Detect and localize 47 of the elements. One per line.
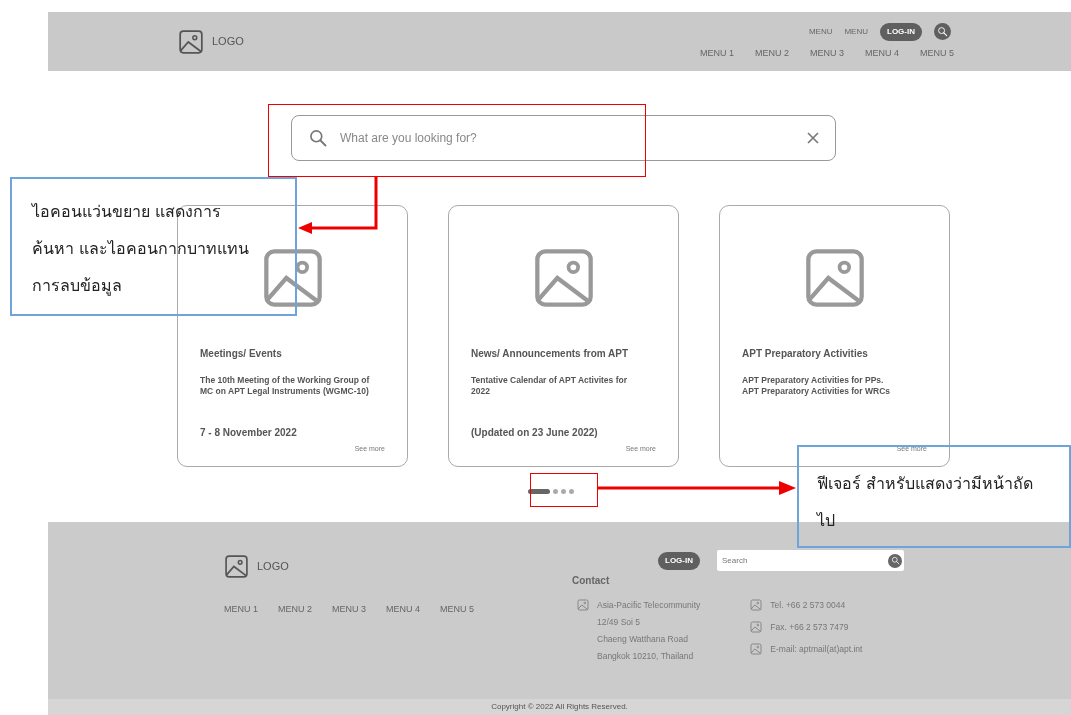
contact-icon xyxy=(750,643,763,655)
footer-search-input[interactable]: Search xyxy=(722,554,888,567)
menu-link[interactable]: MENU 4 xyxy=(864,46,899,61)
menu-link[interactable]: MENU 2 xyxy=(754,46,789,61)
search-icon[interactable] xyxy=(308,128,328,148)
top-menu-link[interactable]: MENU xyxy=(844,25,868,38)
contact-text: Tel. +66 2 573 0044 xyxy=(770,599,846,611)
card-text: APT Preparatory Activities for PPs. APT Preparatory Activities for WRCs xyxy=(742,375,891,397)
contact-heading: Contact xyxy=(572,574,611,588)
logo-text[interactable]: LOGO xyxy=(257,558,289,575)
copyright-text: Copyright © 2022 All Rights Reserved. xyxy=(491,701,628,713)
contact-text: E-mail: aptmail(at)apt.int xyxy=(770,643,863,655)
address-line: Asia-Pacific Telecommunity xyxy=(597,599,701,611)
footer-menu-link[interactable]: MENU 1 xyxy=(224,603,258,662)
contact-icon xyxy=(750,599,763,611)
card-date: 7 - 8 November 2022 xyxy=(200,425,297,440)
highlight-frame xyxy=(530,473,598,507)
address-icon xyxy=(577,599,589,611)
login-button[interactable]: LOG-IN xyxy=(880,22,922,41)
clear-icon[interactable] xyxy=(807,132,819,144)
footer-search-field[interactable]: Search xyxy=(717,550,904,571)
logo-text[interactable]: LOGO xyxy=(212,33,244,50)
menu-link[interactable]: MENU 1 xyxy=(699,46,734,61)
search-bar[interactable]: What are you looking for? xyxy=(291,115,836,161)
logo-image-icon xyxy=(178,28,204,55)
card-title: Meetings/ Events xyxy=(200,347,283,361)
address-line: Bangkok 10210, Thailand xyxy=(597,650,695,662)
card-text: Tentative Calendar of APT Activites for 2022 xyxy=(471,375,629,397)
footer-menu-link[interactable]: MENU 3 xyxy=(332,603,367,662)
card-text: The 10th Meeting of the Working Group of MC on APT Legal Instruments (WGMC-10) xyxy=(200,375,371,397)
contact-icon xyxy=(750,621,763,633)
annotation-note: ไอคอนแว่นขยาย แสดงการค้นหา และไอคอนกากบาทแทนการลบข้อมูล xyxy=(10,177,297,316)
card-date: (Updated on 23 June 2022) xyxy=(471,425,598,440)
card-title: News/ Announcements from APT xyxy=(471,347,630,361)
footer-menu-link[interactable]: MENU 5 xyxy=(440,603,475,662)
logo-image-icon xyxy=(224,554,249,579)
login-button[interactable]: LOG-IN xyxy=(658,551,700,570)
address-line: Chaeng Watthana Road xyxy=(597,633,689,645)
card-title: APT Preparatory Activities xyxy=(742,347,869,361)
footer-menu-link[interactable]: MENU 2 xyxy=(278,603,313,662)
address-line: 12/49 Soi 5 xyxy=(597,616,641,628)
query-input[interactable]: What are you looking for? xyxy=(340,129,795,147)
menu-link[interactable]: MENU 5 xyxy=(920,46,954,61)
footer-menu-link[interactable]: MENU 4 xyxy=(386,603,421,662)
menu-link[interactable]: MENU 3 xyxy=(809,46,844,61)
contact-text: Fax. +66 2 573 7479 xyxy=(770,621,849,633)
top-menu-link[interactable]: MENU xyxy=(808,25,833,38)
